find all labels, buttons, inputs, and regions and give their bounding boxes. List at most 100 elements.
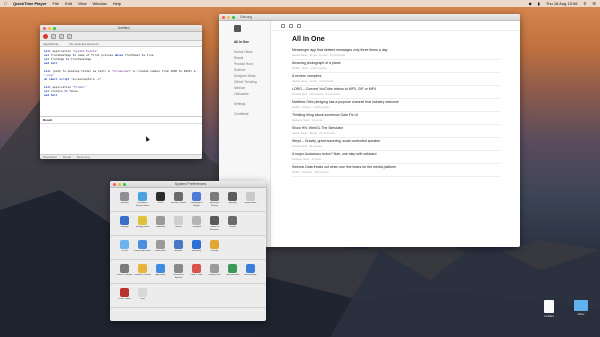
pref-pane[interactable]: Startup Disk	[206, 264, 223, 279]
refresh-icon[interactable]	[289, 23, 293, 28]
close-button[interactable]	[222, 15, 225, 19]
pref-pane[interactable]: Java	[134, 288, 151, 303]
article-title[interactable]: Amazing photograph of a plane	[292, 61, 500, 65]
zoom-button[interactable]	[232, 15, 235, 19]
battery-icon[interactable]: ▮	[538, 1, 540, 6]
element-selector[interactable]: <No selected element>	[68, 42, 99, 46]
pref-pane[interactable]: General	[116, 192, 133, 207]
desktop-file[interactable]: Untitled	[538, 300, 560, 318]
tab-event-log[interactable]: Event Log	[77, 155, 90, 159]
pref-pane[interactable]: Accessibility	[242, 264, 259, 279]
pref-pane[interactable]: Time Machine	[224, 264, 241, 279]
pref-pane[interactable]: Bluetooth	[188, 240, 205, 255]
article-item[interactable]: A major Audacious redux? Nah, one step w…	[292, 151, 500, 164]
pref-pane[interactable]: Keyboard	[152, 216, 169, 231]
desktop-folder[interactable]: Other	[570, 300, 592, 316]
code-token: true	[145, 53, 154, 57]
pref-pane[interactable]: Mouse	[170, 216, 187, 231]
pref-pane-label: Displays	[120, 226, 129, 228]
pref-pane[interactable]: Dock	[152, 192, 169, 207]
menu-window[interactable]: Window	[92, 1, 106, 6]
pref-pane[interactable]: Dictation & Speech	[170, 264, 187, 279]
article-item[interactable]: Thinking thing about somehow Gaia Fix UI…	[292, 112, 500, 125]
pref-pane[interactable]: Internet Accounts	[134, 240, 151, 255]
back-icon[interactable]	[281, 23, 285, 28]
spotlight-icon[interactable]: ⚲	[583, 1, 586, 6]
pref-pane[interactable]: Sharing	[206, 240, 223, 255]
pref-pane[interactable]: Printers & Scanners	[206, 216, 223, 231]
notification-center-icon[interactable]: ☰	[592, 1, 596, 6]
menu-help[interactable]: Help	[113, 1, 121, 6]
article-item[interactable]: Matthew Ortiz pledging has a purpose cha…	[292, 99, 500, 112]
article-title[interactable]: A review: vampires	[292, 74, 500, 78]
apple-icon[interactable]: 	[4, 1, 7, 6]
compile-button[interactable]	[67, 33, 72, 39]
article-item[interactable]: Amazing photograph of a plane Reddit · r/…	[292, 60, 500, 73]
article-item[interactable]: Show HN: WebGL The Simulator Hacker News …	[292, 125, 500, 138]
pref-pane[interactable]: iCloud	[116, 240, 133, 255]
pref-pane-label: App Store	[155, 274, 166, 276]
article-title[interactable]: Matthew Ortiz pledging has a purpose cha…	[292, 100, 500, 104]
code-line: tell (path to desktop folder as text) & …	[44, 69, 198, 77]
language-selector[interactable]: AppleScript	[43, 42, 58, 46]
prefs-titlebar[interactable]: System Preferences	[110, 181, 266, 188]
pref-pane[interactable]: Security & Privacy	[206, 192, 223, 207]
menu-file[interactable]: File	[53, 1, 59, 6]
article-item[interactable]: Seismic Data freaks out when one line be…	[292, 164, 500, 177]
close-button[interactable]	[43, 26, 46, 30]
menu-view[interactable]: View	[78, 1, 87, 6]
reader-titlebar[interactable]: Get.org	[219, 14, 520, 21]
article-item[interactable]: Messenger app that deletes messages only…	[292, 47, 500, 60]
stop-button[interactable]	[51, 33, 56, 39]
menu-edit[interactable]: Edit	[65, 1, 72, 6]
pref-pane[interactable]: Parental Controls	[134, 264, 151, 279]
article-title[interactable]: Seismic Data freaks out when one line be…	[292, 165, 500, 169]
record-button[interactable]	[43, 33, 48, 39]
close-button[interactable]	[113, 182, 116, 186]
article-title[interactable]: LORO – Convert YouTube videos to MP3, GI…	[292, 87, 500, 91]
script-code-area[interactable]: tell application "System Events" set fro…	[40, 47, 202, 117]
article-item[interactable]: A review: vampires Hacker News · 12 pts ·…	[292, 73, 500, 86]
pref-pane[interactable]: Sound	[224, 216, 241, 231]
code-line: end tell	[44, 93, 198, 97]
zoom-button[interactable]	[123, 182, 126, 186]
tab-result[interactable]: Result	[63, 155, 71, 159]
pref-pane-label: Sharing	[210, 250, 219, 252]
pref-pane[interactable]: Network	[170, 240, 187, 255]
zoom-button[interactable]	[53, 26, 56, 30]
search-icon[interactable]	[297, 23, 301, 28]
pref-pane[interactable]: App Store	[152, 264, 169, 279]
tab-description[interactable]: Description	[43, 155, 57, 159]
pref-pane[interactable]: Displays	[116, 216, 133, 231]
article-item[interactable]: Wnyd – Gravity, great wavering, scale co…	[292, 138, 500, 151]
article-title[interactable]: Show HN: WebGL The Simulator	[292, 126, 500, 130]
wifi-icon[interactable]: ◆	[529, 1, 532, 6]
window-title: System Preferences	[174, 182, 207, 186]
menu-clock[interactable]: Thu 18 Aug 13:06	[546, 1, 578, 6]
pref-pane[interactable]: Notifications	[242, 192, 259, 207]
article-title[interactable]: Wnyd – Gravity, great wavering, scale co…	[292, 139, 500, 143]
pref-pane-icon	[138, 288, 147, 297]
pref-pane[interactable]: Flash Player	[116, 288, 133, 303]
pref-pane[interactable]: Spotlight	[224, 192, 241, 207]
pref-pane[interactable]: Language & Region	[188, 192, 205, 207]
menu-app-name[interactable]: QuickTime Player	[13, 1, 47, 6]
pref-pane-icon	[192, 288, 201, 297]
pref-pane[interactable]: Mission Control	[170, 192, 187, 207]
pref-pane[interactable]: Energy Saver	[134, 216, 151, 231]
pref-pane[interactable]: Users & Groups	[116, 264, 133, 279]
minimize-button[interactable]	[227, 15, 230, 19]
pref-pane[interactable]: Desktop & Screen Saver	[134, 192, 151, 207]
run-button[interactable]	[59, 33, 64, 39]
script-editor-titlebar[interactable]: Untitled	[40, 25, 202, 32]
pref-pane[interactable]: Date & Time	[188, 264, 205, 279]
article-title[interactable]: Thinking thing about somehow Gaia Fix UI	[292, 113, 500, 117]
article-title[interactable]: Messenger app that deletes messages only…	[292, 48, 500, 52]
article-title[interactable]: A major Audacious redux? Nah, one step w…	[292, 152, 500, 156]
minimize-button[interactable]	[118, 182, 121, 186]
article-item[interactable]: LORO – Convert YouTube videos to MP3, GI…	[292, 86, 500, 99]
minimize-button[interactable]	[48, 26, 51, 30]
pref-pane[interactable]: Extensions	[152, 240, 169, 255]
pref-pane[interactable]: Trackpad	[188, 216, 205, 231]
sidebar-item-contribute[interactable]: Contribute	[234, 112, 270, 118]
